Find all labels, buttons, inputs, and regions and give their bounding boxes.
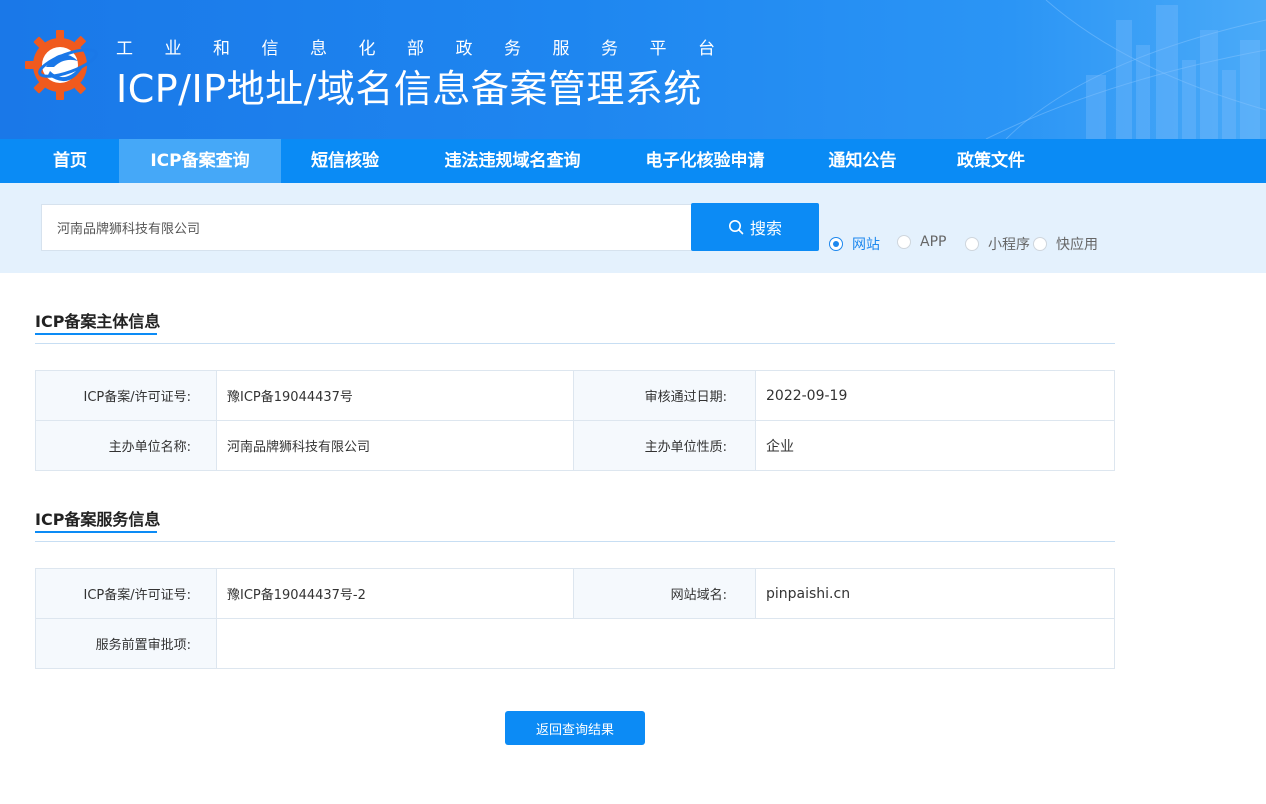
service-section-title: ICP备案服务信息: [35, 510, 161, 529]
organizer-name-value: 河南品牌狮科技有限公司: [216, 420, 574, 471]
platform-subtitle: 工业和信息化部政务服务平台: [116, 39, 747, 59]
search-area: 搜索 网站 APP 小程序 快应用: [0, 183, 1266, 273]
city-skyline-decoration: [985, 0, 1266, 139]
radio-label: 网站: [852, 237, 880, 253]
nav-item-policy-docs[interactable]: 政策文件: [940, 139, 1042, 183]
search-button[interactable]: 搜索: [691, 203, 819, 251]
main-nav: 首页 ICP备案查询 短信核验 违法违规域名查询 电子化核验申请 通知公告 政策…: [0, 139, 1266, 183]
search-input[interactable]: [41, 204, 692, 251]
field-label: 网站域名:: [573, 568, 756, 619]
nav-item-illegal-domain-query[interactable]: 违法违规域名查询: [425, 139, 600, 183]
radio-dot: [897, 235, 911, 249]
section-divider: [35, 541, 1115, 542]
service-info-table: ICP备案/许可证号: 豫ICP备19044437号-2 网站域名: pinpa…: [35, 568, 1115, 669]
field-label: 服务前置审批项:: [35, 618, 217, 669]
nav-item-notices[interactable]: 通知公告: [810, 139, 915, 183]
website-domain-value: pinpaishi.cn: [755, 568, 1115, 619]
miit-logo-icon: [25, 30, 98, 100]
pre-approval-value: [216, 618, 1115, 669]
table-row: ICP备案/许可证号: 豫ICP备19044437号-2 网站域名: pinpa…: [35, 568, 1115, 619]
table-row: 服务前置审批项:: [35, 618, 1115, 669]
radio-website[interactable]: 网站: [829, 234, 880, 254]
radio-label: APP: [920, 234, 947, 250]
nav-item-icp-query[interactable]: ICP备案查询: [119, 139, 281, 183]
license-number-value: 豫ICP备19044437号: [216, 370, 574, 421]
header-banner: 工业和信息化部政务服务平台 ICP/IP地址/域名信息备案管理系统: [0, 0, 1266, 139]
subject-section-title: ICP备案主体信息: [35, 312, 161, 331]
radio-label: 小程序: [988, 237, 1030, 253]
system-title: ICP/IP地址/域名信息备案管理系统: [116, 67, 702, 111]
nav-item-sms-verify[interactable]: 短信核验: [295, 139, 395, 183]
subject-info-table: ICP备案/许可证号: 豫ICP备19044437号 审核通过日期: 2022-…: [35, 370, 1115, 471]
table-row: ICP备案/许可证号: 豫ICP备19044437号 审核通过日期: 2022-…: [35, 370, 1115, 421]
radio-dot: [829, 237, 843, 251]
field-label: ICP备案/许可证号:: [35, 568, 217, 619]
section-divider: [35, 343, 1115, 344]
search-icon: [728, 220, 744, 235]
nav-item-home[interactable]: 首页: [35, 139, 105, 183]
back-to-results-button[interactable]: 返回查询结果: [505, 711, 645, 745]
field-label: 主办单位性质:: [573, 420, 756, 471]
field-label: 审核通过日期:: [573, 370, 756, 421]
section-title-underline: [35, 531, 157, 533]
organizer-nature-value: 企业: [755, 420, 1115, 471]
radio-dot: [965, 237, 979, 251]
radio-label: 快应用: [1056, 237, 1098, 253]
radio-app[interactable]: APP: [897, 234, 946, 250]
nav-item-electronic-verify[interactable]: 电子化核验申请: [630, 139, 780, 183]
field-label: 主办单位名称:: [35, 420, 217, 471]
approval-date-value: 2022-09-19: [755, 370, 1115, 421]
section-title-underline: [35, 333, 157, 335]
service-license-number-value: 豫ICP备19044437号-2: [216, 568, 574, 619]
table-row: 主办单位名称: 河南品牌狮科技有限公司 主办单位性质: 企业: [35, 420, 1115, 471]
radio-mini-program[interactable]: 小程序: [965, 234, 1030, 254]
field-label: ICP备案/许可证号:: [35, 370, 217, 421]
radio-quick-app[interactable]: 快应用: [1033, 234, 1098, 254]
radio-dot: [1033, 237, 1047, 251]
search-button-label: 搜索: [749, 221, 782, 238]
